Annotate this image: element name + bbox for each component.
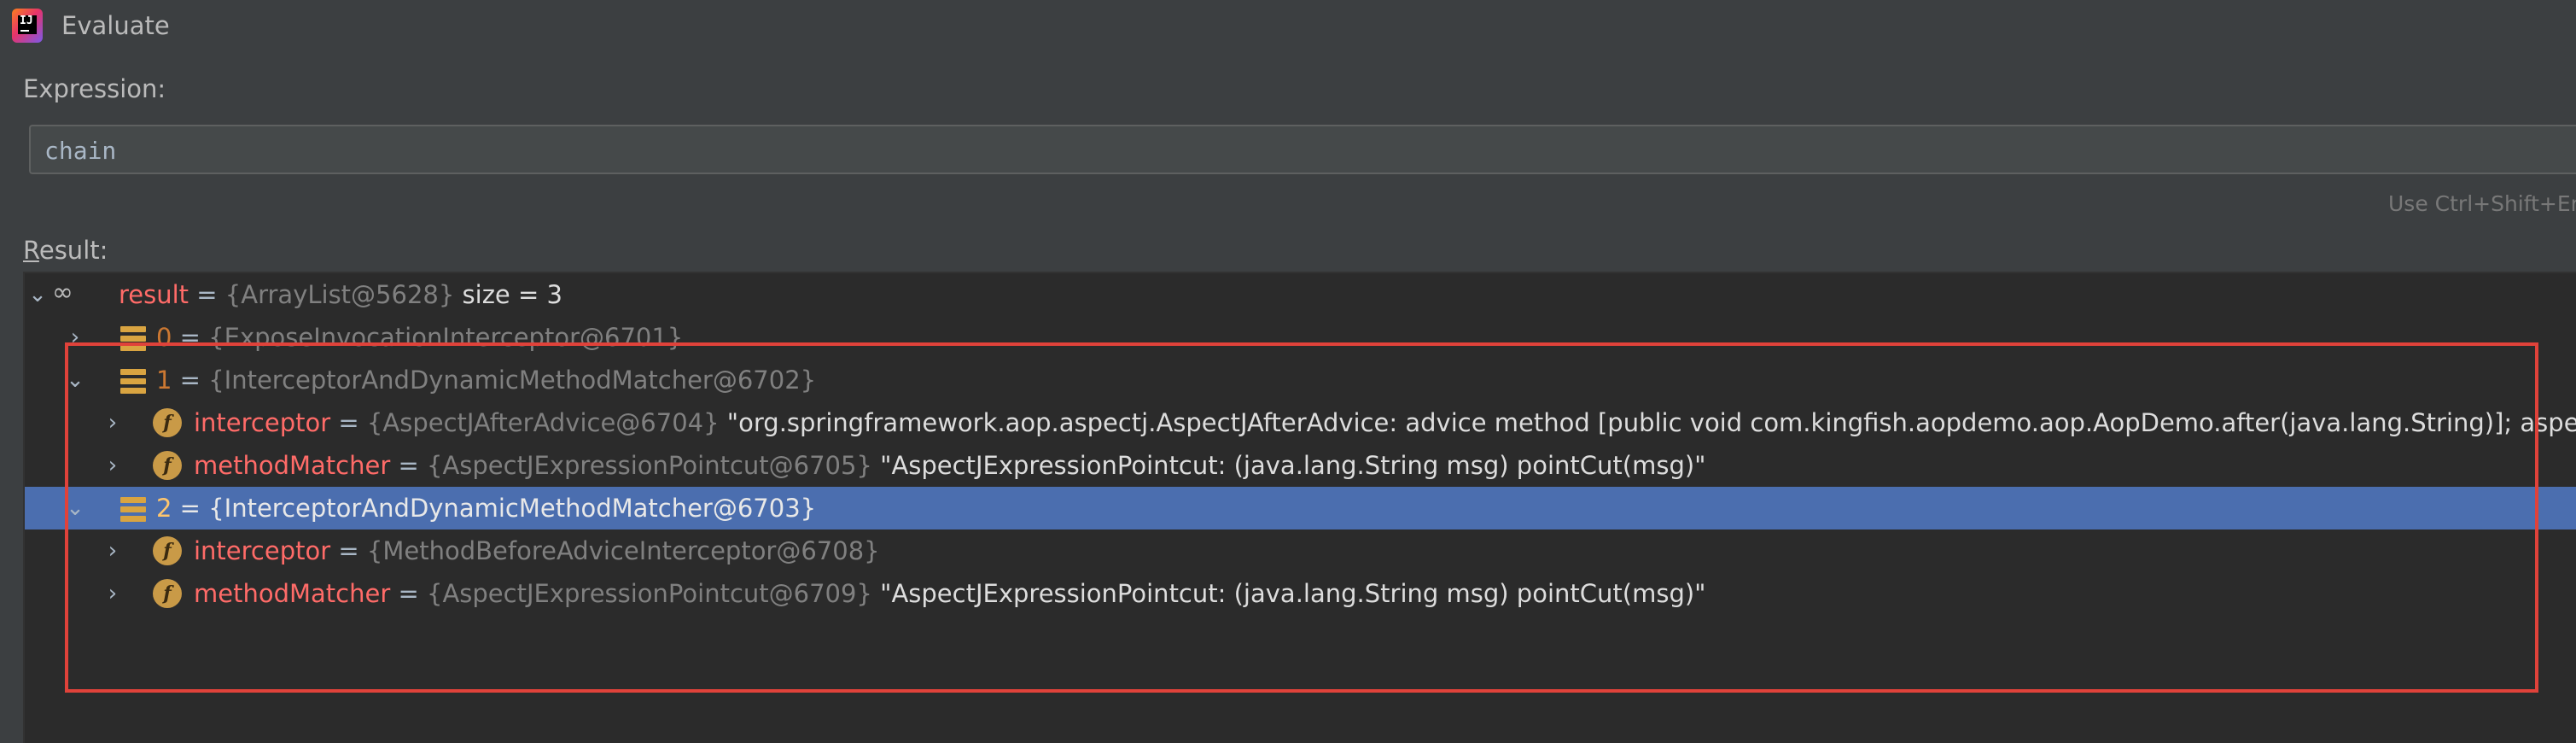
array-element-icon [120,494,146,523]
result-label: Result: [23,236,108,265]
chevron-down-icon[interactable]: ⌄ [62,487,88,529]
chevron-right-icon[interactable]: › [100,401,125,444]
node-name: 0 [156,323,172,352]
node-value: "AspectJExpressionPointcut: (java.lang.S… [880,579,1706,608]
node-name: 1 [156,366,172,395]
node-type: {MethodBeforeAdviceInterceptor@6708} [366,536,880,565]
chevron-right-icon[interactable]: › [100,572,125,615]
node-value: "AspectJExpressionPointcut: (java.lang.S… [880,451,1706,480]
chevron-down-icon[interactable]: ⌄ [25,273,50,316]
node-name: 2 [156,494,172,523]
chevron-right-icon[interactable]: › [100,529,125,572]
tree-row-method-matcher[interactable]: › f methodMatcher = {AspectJExpressionPo… [25,444,2576,487]
node-name: result [119,280,189,309]
array-element-icon [120,323,146,352]
tree-row-method-matcher[interactable]: › f methodMatcher = {AspectJExpressionPo… [25,572,2576,615]
expression-input-value: chain [44,137,117,165]
tree-row-item-0[interactable]: › 0 = {ExposeInvocationInterceptor@6701} [25,316,2576,359]
expression-label: Expression: [23,74,166,103]
expression-input[interactable]: chain [29,125,2576,174]
tree-row-result[interactable]: ⌄ ∞ result = {ArrayList@5628} size = 3 [25,273,2576,316]
node-name: methodMatcher [194,451,391,480]
tree-row-item-1[interactable]: ⌄ 1 = {InterceptorAndDynamicMethodMatche… [25,359,2576,401]
chevron-right-icon[interactable]: › [62,316,88,359]
chevron-right-icon[interactable]: › [100,444,125,487]
node-name: methodMatcher [194,579,391,608]
node-type: {AspectJExpressionPointcut@6705} [427,451,872,480]
node-value: "org.springframework.aop.aspectj.AspectJ… [726,408,2576,437]
chevron-down-icon[interactable]: ⌄ [62,359,88,401]
field-icon: f [153,536,182,565]
tree-row-interceptor[interactable]: › f interceptor = {AspectJAfterAdvice@67… [25,401,2576,444]
shortcut-hint: Use Ctrl+Shift+Er [2388,191,2576,216]
field-icon: f [153,408,182,437]
node-type: {AspectJAfterAdvice@6704} [366,408,720,437]
tree-row-item-2[interactable]: ⌄ 2 = {InterceptorAndDynamicMethodMatche… [25,487,2576,529]
tree-row-interceptor[interactable]: › f interceptor = {MethodBeforeAdviceInt… [25,529,2576,572]
node-value: size = 3 [462,280,562,309]
window-title: Evaluate [61,11,170,40]
result-tree[interactable]: ⌄ ∞ result = {ArrayList@5628} size = 3 ›… [23,272,2576,743]
field-icon: f [153,579,182,608]
node-type: {InterceptorAndDynamicMethodMatcher@6702… [208,366,817,395]
title-bar: IJ Evaluate [0,0,2576,53]
intellij-idea-icon: IJ [12,9,43,43]
node-type: {InterceptorAndDynamicMethodMatcher@6703… [208,494,817,523]
node-type: {AspectJExpressionPointcut@6709} [427,579,872,608]
glasses-icon: ∞ [52,278,73,307]
node-name: interceptor [194,536,331,565]
node-name: interceptor [194,408,331,437]
node-type: {ExposeInvocationInterceptor@6701} [208,323,684,352]
array-element-icon [120,366,146,395]
node-type: {ArrayList@5628} [224,280,455,309]
field-icon: f [153,451,182,480]
